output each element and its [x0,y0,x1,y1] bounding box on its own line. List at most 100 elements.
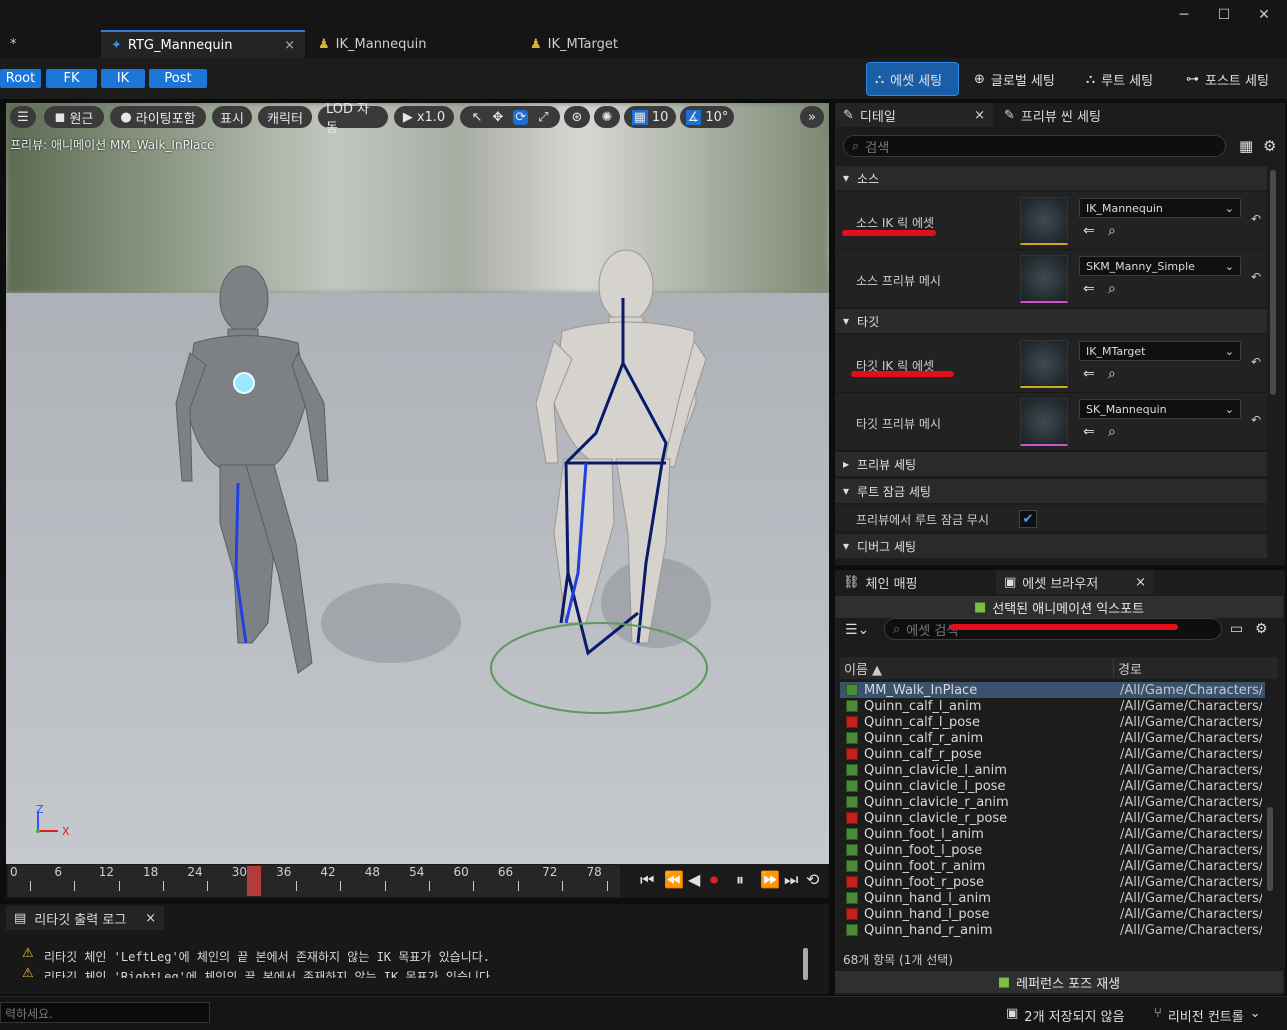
asset-browser-tab[interactable]: ▣ 에셋 브라우저 × [996,570,1154,594]
ignore-root-lock-checkbox[interactable]: ✔ [1019,510,1037,528]
mesh-thumbnail[interactable] [1020,398,1068,446]
loop-icon[interactable]: ⟲ [806,870,819,889]
reference-pose-button[interactable]: ■ 레퍼런스 포즈 재생 [835,971,1283,993]
ik-rig-thumbnail[interactable] [1020,340,1068,388]
close-window-button[interactable]: ✕ [1241,0,1287,30]
lighting-button[interactable]: ● 라이팅포함 [110,106,206,128]
asset-list-item[interactable]: Quinn_clavicle_r_pose/All/Game/Character… [840,810,1265,826]
asset-list-item[interactable]: Quinn_clavicle_l_pose/All/Game/Character… [840,778,1265,794]
play-reverse-icon[interactable]: ◀ [688,870,700,889]
select-icon[interactable]: ↖ [471,110,482,125]
command-input[interactable]: 력하세요. [0,1002,210,1023]
surface-snap-button[interactable]: ✺ [594,106,620,128]
step-back-icon[interactable]: ⏪ [664,870,684,889]
lod-button[interactable]: LOD 자동 [318,103,388,136]
tab-unsaved[interactable]: * [0,30,100,58]
asset-list-item[interactable]: Quinn_hand_l_anim/All/Game/Characters/N [840,890,1265,906]
browse-icon[interactable]: ⌕ [1108,366,1116,382]
details-tab[interactable]: ✎ 디테일 × [835,103,993,127]
asset-list-item[interactable]: Quinn_clavicle_r_anim/All/Game/Character… [840,794,1265,810]
global-settings-button[interactable]: ⊕ 글로벌 세팅 [966,63,1070,95]
section-root-lock[interactable]: ▾ 루트 잠금 세팅 [835,479,1267,503]
browse-icon[interactable]: ⌕ [1108,281,1116,297]
timeline-ruler[interactable]: 0 6 12 18 24 30 36 42 48 54 60 66 72 78 [8,865,620,897]
browse-icon[interactable]: ⌕ [1108,424,1116,440]
browser-gear-icon[interactable]: ⚙ [1255,621,1268,637]
revision-control-button[interactable]: ⑂ 리비전 컨트롤 ⌄ [1154,1006,1261,1025]
asset-list-item[interactable]: Quinn_foot_l_anim/All/Game/Characters/N [840,826,1265,842]
asset-list-item[interactable]: Quinn_hand_r_anim/All/Game/Characters/N [840,922,1265,938]
tab-rtg-mannequin[interactable]: ✦ RTG_Mannequin × [101,30,305,58]
reset-icon[interactable]: ↶ [1251,355,1261,369]
asset-list-scrollbar[interactable] [1267,807,1273,891]
asset-list-item[interactable]: Quinn_calf_r_pose/All/Game/Characters/N [840,746,1265,762]
tab-ik-mannequin[interactable]: ♟ IK_Mannequin [308,30,508,58]
use-selected-icon[interactable]: ⇐ [1083,223,1095,239]
path-column-header[interactable]: 경로 [1114,659,1142,678]
scale-icon[interactable]: ⤢ [538,110,548,125]
asset-list-item[interactable]: Quinn_clavicle_l_anim/All/Game/Character… [840,762,1265,778]
browse-icon[interactable]: ⌕ [1108,223,1116,239]
target-ik-combo[interactable]: IK_MTarget ⌄ [1079,341,1241,361]
root-settings-button[interactable]: ⛬ 루트 세팅 [1078,63,1172,95]
asset-list-item[interactable]: Quinn_foot_r_pose/All/Game/Characters/N [840,874,1265,890]
log-tab-close-icon[interactable]: × [145,911,156,926]
details-search-input[interactable]: ⌕ 검색 [843,135,1226,157]
export-selected-button[interactable]: ■ 선택된 애니메이션 익스포트 [835,596,1283,618]
use-selected-icon[interactable]: ⇐ [1083,424,1095,440]
viewport-menu-button[interactable]: ☰ [10,106,36,128]
filter-icon[interactable]: ☰⌄ [845,622,869,638]
pause-icon[interactable]: ⏸ [736,870,744,890]
section-source[interactable]: ▾ 소스 [835,166,1267,190]
use-selected-icon[interactable]: ⇐ [1083,366,1095,382]
character-button[interactable]: 캐릭터 [258,106,312,128]
asset-list-item[interactable]: Quinn_foot_r_anim/All/Game/Characters/N [840,858,1265,874]
source-mesh-combo[interactable]: SKM_Manny_Simple ⌄ [1079,256,1241,276]
table-view-icon[interactable]: ▦ [1239,137,1253,155]
skip-start-icon[interactable]: ⏮ [640,870,654,890]
reset-icon[interactable]: ↶ [1251,212,1261,226]
skip-end-icon[interactable]: ⏭ [784,870,798,890]
ik-mode-button[interactable]: IK [101,69,145,88]
ik-rig-thumbnail[interactable] [1020,197,1068,245]
source-ik-combo[interactable]: IK_Mannequin ⌄ [1079,198,1241,218]
asset-list-item[interactable]: MM_Walk_InPlace/All/Game/Characters/N [840,682,1265,698]
asset-settings-button[interactable]: ⛬ 에셋 세팅 [866,62,959,96]
viewport-more-button[interactable]: » [800,106,824,128]
play-speed-button[interactable]: ▶ x1.0 [394,106,454,128]
asset-list-item[interactable]: Quinn_foot_l_pose/All/Game/Characters/N [840,842,1265,858]
tab-ik-mtarget[interactable]: ♟ IK_MTarget [520,30,720,58]
section-target[interactable]: ▾ 타깃 [835,309,1267,333]
record-icon[interactable]: ⏺ [710,870,718,890]
post-mode-button[interactable]: Post [149,69,207,88]
mesh-thumbnail[interactable] [1020,255,1068,303]
preview-scene-tab[interactable]: ✎ 프리뷰 씬 세팅 [996,103,1156,127]
asset-list-item[interactable]: Quinn_calf_l_anim/All/Game/Characters/N [840,698,1265,714]
asset-tab-close-icon[interactable]: × [1135,575,1146,590]
log-scrollbar[interactable] [803,948,808,980]
retarget-log-tab[interactable]: ▤ 리타깃 출력 로그 × [6,906,164,930]
details-tab-close-icon[interactable]: × [974,108,985,123]
target-mesh-combo[interactable]: SK_Mannequin ⌄ [1079,399,1241,419]
asset-list-item[interactable]: Quinn_calf_r_anim/All/Game/Characters/N [840,730,1265,746]
unsaved-indicator[interactable]: ▣ 2개 저장되지 않음 [1006,1006,1125,1025]
reset-icon[interactable]: ↶ [1251,413,1261,427]
root-mode-button[interactable]: Root [0,69,41,88]
post-settings-button[interactable]: ⊶ 포스트 세팅 [1178,63,1284,95]
perspective-button[interactable]: ◼ 원근 [44,106,104,128]
asset-list-item[interactable]: Quinn_calf_l_pose/All/Game/Characters/N [840,714,1265,730]
grid-snap-button[interactable]: ▦ 10 [624,106,676,128]
section-preview-settings[interactable]: ▸ 프리뷰 세팅 [835,452,1267,476]
reset-icon[interactable]: ↶ [1251,270,1261,284]
playhead[interactable] [246,866,261,896]
gear-icon[interactable]: ⚙ [1263,137,1276,155]
angle-snap-button[interactable]: ∡ 10° [680,106,734,128]
step-forward-icon[interactable]: ⏩ [760,870,780,889]
translate-icon[interactable]: ✥ [492,110,503,125]
show-button[interactable]: 표시 [212,106,252,128]
rotate-icon[interactable]: ⟳ [513,109,529,125]
section-debug[interactable]: ▾ 디버그 세팅 [835,534,1267,558]
local-space-button[interactable]: ⊛ [564,106,590,128]
asset-list-item[interactable]: Quinn_hand_l_pose/All/Game/Characters/N [840,906,1265,922]
details-scrollbar[interactable] [1270,170,1276,395]
